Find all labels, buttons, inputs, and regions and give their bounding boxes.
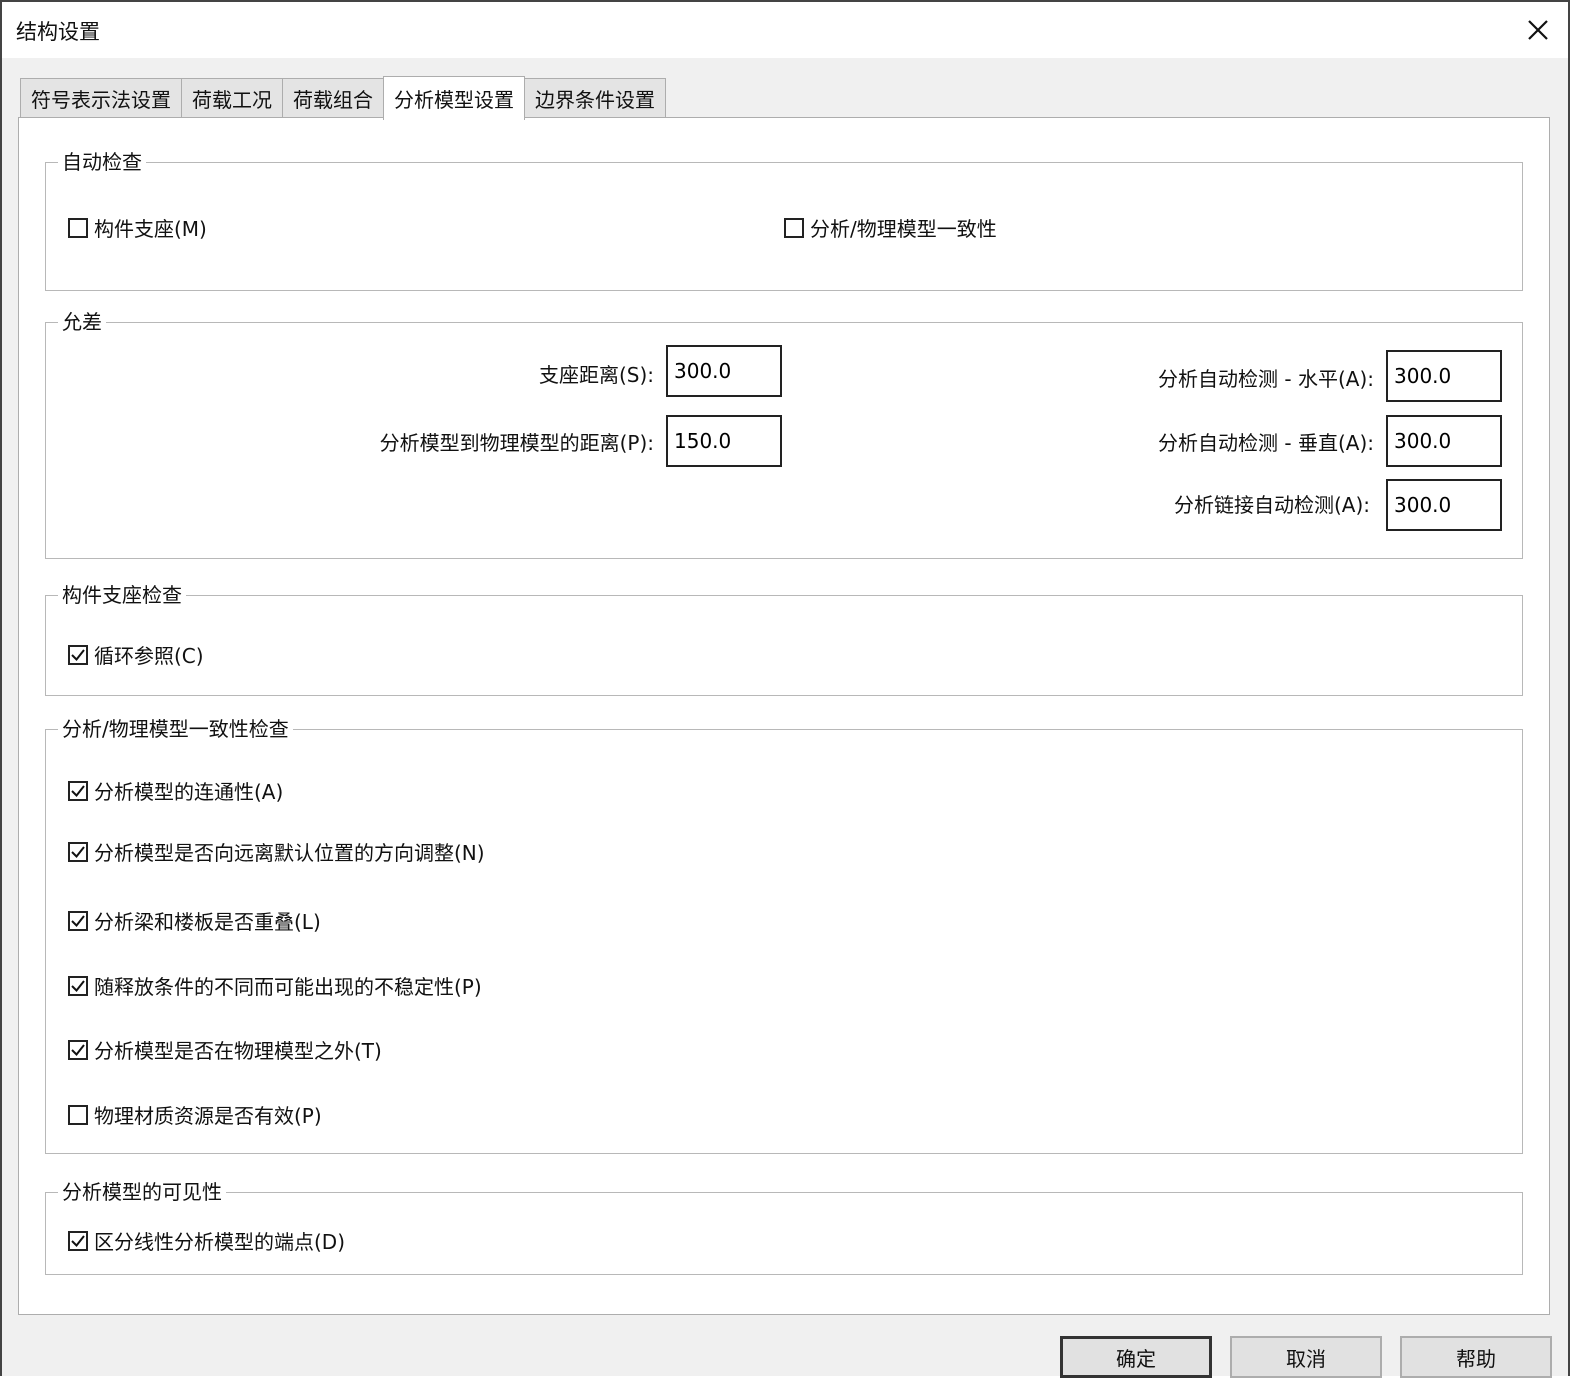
checkbox-box[interactable]	[784, 217, 804, 238]
checkmark-icon	[71, 648, 85, 661]
checkmark-icon	[71, 1234, 85, 1247]
member-support-checkbox[interactable]: 构件支座(M)	[68, 213, 207, 242]
circular-reference-checkbox[interactable]: 循环参照(C)	[68, 640, 204, 669]
tab-label: 边界条件设置	[535, 88, 655, 112]
auto-detect-vertical-label: 分析自动检测 - 垂直(A):	[1158, 431, 1374, 455]
checkbox-label: 随释放条件的不同而可能出现的不稳定性(P)	[94, 975, 482, 999]
group-consistency-check: 分析/物理模型一致性检查 分析模型的连通性(A) 分析模型是否向远离默认位置的方…	[45, 716, 1523, 1154]
group-visibility: 分析模型的可见性 区分线性分析模型的端点(D)	[45, 1179, 1523, 1275]
tab-label: 符号表示法设置	[31, 88, 171, 112]
group-title: 允差	[58, 309, 106, 335]
checkmark-icon	[71, 1043, 85, 1056]
tab-strip: 符号表示法设置 荷载工况 荷载组合 分析模型设置 边界条件设置	[20, 76, 666, 120]
connectivity-checkbox[interactable]: 分析模型的连通性(A)	[68, 776, 283, 805]
group-tolerance: 允差 支座距离(S): 分析模型到物理模型的距离(P): 分析自动检测 - 水平…	[45, 309, 1523, 559]
tab-analytical-model-settings[interactable]: 分析模型设置	[383, 76, 525, 120]
group-title: 自动检查	[58, 149, 146, 175]
release-instability-checkbox[interactable]: 随释放条件的不同而可能出现的不稳定性(P)	[68, 971, 482, 1000]
ok-button[interactable]: 确定	[1060, 1336, 1212, 1378]
checkbox-box[interactable]	[68, 780, 88, 801]
checkbox-label: 构件支座(M)	[94, 217, 207, 241]
analytical-to-physical-label: 分析模型到物理模型的距离(P):	[379, 431, 654, 455]
checkbox-label: 区分线性分析模型的端点(D)	[94, 1230, 346, 1254]
endpoints-checkbox[interactable]: 区分线性分析模型的端点(D)	[68, 1226, 345, 1255]
tab-panel-analytical-model: 自动检查 构件支座(M) 分析/物理模型一致性 允差 支座距离(S): 分析模型…	[18, 117, 1550, 1315]
auto-detect-horizontal-label: 分析自动检测 - 水平(A):	[1158, 367, 1374, 391]
link-auto-detect-label: 分析链接自动检测(A):	[1173, 493, 1370, 517]
checkmark-icon	[71, 784, 85, 797]
checkmark-icon	[71, 914, 85, 927]
tab-label: 分析模型设置	[394, 88, 514, 112]
cancel-button[interactable]: 取消	[1230, 1336, 1382, 1378]
consistency-checkbox[interactable]: 分析/物理模型一致性	[784, 213, 997, 242]
tab-label: 荷载工况	[192, 88, 272, 112]
tab-load-combinations[interactable]: 荷载组合	[282, 78, 384, 118]
checkbox-box[interactable]	[68, 217, 88, 238]
adjusted-position-checkbox[interactable]: 分析模型是否向远离默认位置的方向调整(N)	[68, 837, 485, 866]
outside-physical-checkbox[interactable]: 分析模型是否在物理模型之外(T)	[68, 1035, 382, 1064]
tab-load-cases[interactable]: 荷载工况	[181, 78, 283, 118]
close-icon	[1528, 20, 1548, 40]
auto-detect-vertical-input[interactable]	[1386, 415, 1502, 467]
checkbox-box[interactable]	[68, 644, 88, 665]
checkbox-box[interactable]	[68, 1104, 88, 1125]
checkbox-box[interactable]	[68, 975, 88, 996]
checkmark-icon	[71, 979, 85, 992]
tab-boundary-conditions[interactable]: 边界条件设置	[524, 78, 666, 118]
checkbox-label: 循环参照(C)	[94, 644, 204, 668]
group-member-support-check: 构件支座检查 循环参照(C)	[45, 582, 1523, 696]
checkbox-label: 分析模型是否在物理模型之外(T)	[94, 1039, 382, 1063]
dialog-title: 结构设置	[16, 20, 100, 44]
close-button[interactable]	[1518, 10, 1558, 50]
support-distance-input[interactable]	[666, 345, 782, 397]
structural-settings-dialog: 结构设置 符号表示法设置 荷载工况 荷载组合 分析模型设置 边界条件设置 自动检…	[0, 0, 1570, 1378]
support-distance-label: 支座距离(S):	[538, 363, 654, 387]
auto-detect-horizontal-input[interactable]	[1386, 350, 1502, 402]
checkbox-box[interactable]	[68, 841, 88, 862]
checkbox-box[interactable]	[68, 1039, 88, 1060]
checkbox-label: 分析/物理模型一致性	[810, 217, 997, 241]
group-title: 分析/物理模型一致性检查	[58, 716, 293, 742]
checkbox-label: 分析模型是否向远离默认位置的方向调整(N)	[94, 841, 485, 865]
checkbox-label: 物理材质资源是否有效(P)	[94, 1104, 322, 1128]
checkmark-icon	[71, 845, 85, 858]
button-label: 确定	[1116, 1346, 1156, 1371]
group-auto-check: 自动检查 构件支座(M) 分析/物理模型一致性	[45, 149, 1523, 291]
tab-label: 荷载组合	[293, 88, 373, 112]
material-asset-valid-checkbox[interactable]: 物理材质资源是否有效(P)	[68, 1100, 322, 1129]
group-title: 构件支座检查	[58, 582, 186, 608]
help-button[interactable]: 帮助	[1400, 1336, 1552, 1378]
beam-slab-overlap-checkbox[interactable]: 分析梁和楼板是否重叠(L)	[68, 906, 321, 935]
button-label: 取消	[1286, 1346, 1326, 1371]
title-bar: 结构设置	[2, 2, 1568, 58]
checkbox-label: 分析梁和楼板是否重叠(L)	[94, 910, 321, 934]
tab-symbolic-representation[interactable]: 符号表示法设置	[20, 78, 182, 118]
group-title: 分析模型的可见性	[58, 1179, 226, 1205]
analytical-to-physical-input[interactable]	[666, 415, 782, 467]
checkbox-box[interactable]	[68, 910, 88, 931]
checkbox-label: 分析模型的连通性(A)	[94, 780, 284, 804]
checkbox-box[interactable]	[68, 1230, 88, 1251]
link-auto-detect-input[interactable]	[1386, 479, 1502, 531]
button-label: 帮助	[1456, 1346, 1496, 1371]
